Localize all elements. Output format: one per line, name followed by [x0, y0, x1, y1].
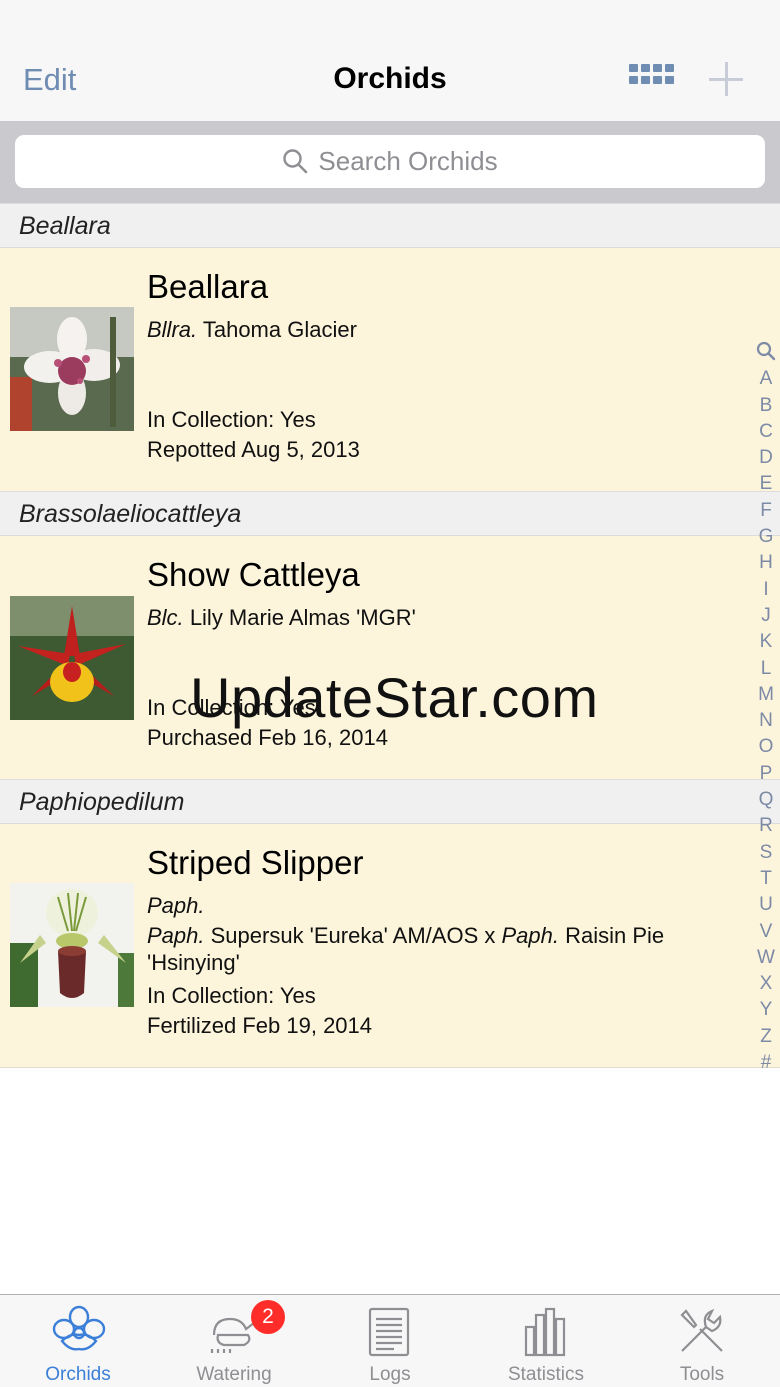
index-letter[interactable]: D [752, 445, 780, 471]
orchid-row[interactable]: Beallara Bllra. Tahoma Glacier In Collec… [0, 248, 780, 492]
orchid-name: Blc. Lily Marie Almas 'MGR' [147, 605, 416, 630]
index-letter[interactable]: X [752, 971, 780, 997]
last-event: Fertilized Feb 19, 2014 [147, 1013, 373, 1038]
search-input[interactable]: Search Orchids [15, 135, 765, 188]
tab-tools[interactable]: Tools [624, 1295, 780, 1387]
section-header-paphiopedilum: Paphiopedilum [0, 779, 780, 824]
orchid-title: Striped Slipper [147, 844, 364, 881]
tab-label: Watering [196, 1364, 272, 1385]
statistics-icon [524, 1307, 566, 1357]
index-letter[interactable]: L [752, 656, 780, 682]
orchid-title: Beallara [147, 268, 269, 305]
index-letter[interactable]: E [752, 471, 780, 497]
index-letter[interactable]: K [752, 629, 780, 655]
orchid-name: Paph. Supersuk 'Eureka' AM/AOS x Paph. R… [147, 923, 665, 948]
tab-bar: Orchids Watering Logs Statistics Tools [0, 1294, 780, 1387]
index-letter[interactable]: C [752, 419, 780, 445]
tab-label: Logs [369, 1364, 411, 1385]
search-bar: Search Orchids [0, 122, 780, 204]
tab-label: Statistics [507, 1364, 585, 1385]
index-letter[interactable]: Z [752, 1024, 780, 1050]
index-letter[interactable]: S [752, 840, 780, 866]
section-header-beallara: Beallara [0, 203, 780, 248]
index-letter[interactable]: F [752, 498, 780, 524]
search-placeholder: Search Orchids [318, 146, 498, 176]
index-letter[interactable]: I [752, 577, 780, 603]
index-letter[interactable]: P [752, 761, 780, 787]
index-letter[interactable]: G [752, 524, 780, 550]
index-letter[interactable]: H [752, 550, 780, 576]
section-index[interactable]: A B C D E F G H I J K L M N O P Q R S T … [752, 340, 780, 1076]
orchid-title: Show Cattleya [147, 556, 360, 593]
orchid-genus: Paph. [147, 893, 205, 918]
orchid-photo [10, 883, 134, 1007]
collection-status: In Collection: Yes [147, 407, 316, 432]
index-letter[interactable]: M [752, 682, 780, 708]
tools-icon [680, 1308, 723, 1352]
index-letter[interactable]: J [752, 603, 780, 629]
tab-label: Tools [679, 1364, 725, 1385]
watermark: UpdateStar.com [190, 666, 599, 729]
search-icon [283, 149, 308, 174]
orchid-icon [52, 1305, 106, 1351]
index-letter[interactable]: W [752, 945, 780, 971]
tab-orchids[interactable]: Orchids [0, 1295, 156, 1387]
index-letter[interactable]: B [752, 393, 780, 419]
index-letter[interactable]: O [752, 734, 780, 760]
tab-logs[interactable]: Logs [312, 1295, 468, 1387]
orchid-row[interactable]: Show Cattleya Blc. Lily Marie Almas 'MGR… [0, 536, 780, 780]
index-letter[interactable]: # [752, 1050, 780, 1076]
index-letter[interactable]: N [752, 708, 780, 734]
index-letter[interactable]: V [752, 919, 780, 945]
navigation-bar: Edit Orchids [0, 0, 780, 122]
orchid-name-continued: 'Hsinying' [147, 950, 240, 975]
section-header-brassolaeliocattleya: Brassolaeliocattleya [0, 491, 780, 536]
index-letter[interactable]: T [752, 866, 780, 892]
add-orchid-icon[interactable] [709, 62, 743, 96]
watering-badge: 2 [251, 1300, 285, 1334]
grid-view-icon[interactable] [629, 64, 675, 92]
index-letter[interactable]: A [752, 366, 780, 392]
tab-label: Orchids [45, 1364, 111, 1385]
tab-statistics[interactable]: Statistics [468, 1295, 624, 1387]
orchid-row[interactable]: Striped Slipper Paph. Paph. Supersuk 'Eu… [0, 824, 780, 1068]
index-letter[interactable]: Y [752, 997, 780, 1023]
index-letter[interactable]: Q [752, 787, 780, 813]
index-letter[interactable]: U [752, 892, 780, 918]
orchid-name: Bllra. Tahoma Glacier [147, 317, 357, 342]
index-search-icon[interactable] [752, 340, 780, 366]
last-event: Repotted Aug 5, 2013 [147, 437, 360, 462]
collection-status: In Collection: Yes [147, 983, 316, 1008]
index-letter[interactable]: R [752, 813, 780, 839]
orchid-photo [10, 307, 134, 431]
orchid-photo [10, 596, 134, 720]
logs-icon [368, 1307, 410, 1357]
tab-watering[interactable]: Watering [156, 1295, 312, 1387]
